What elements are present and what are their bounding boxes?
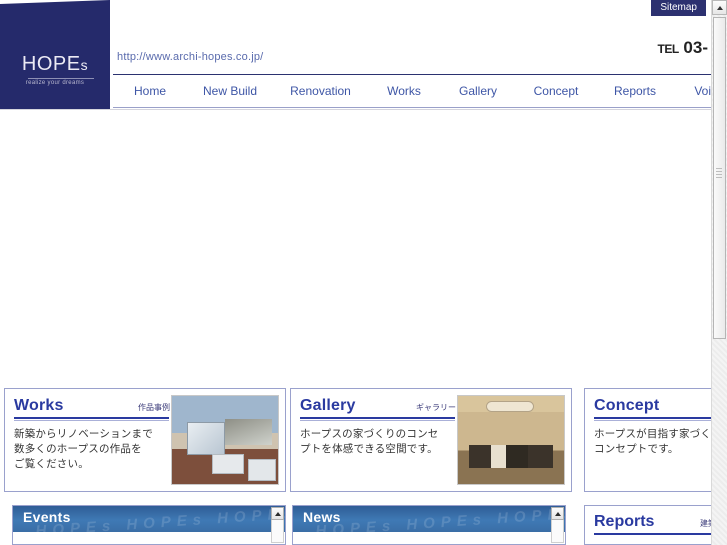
- promo-card-gallery-subtitle: ギャラリー: [416, 403, 456, 412]
- nav-item-concept[interactable]: Concept: [516, 75, 596, 108]
- promo-card-concept-title: Concept: [594, 397, 660, 414]
- bottom-panels-row: HOPEs HOPEs HOPEs HOPEs Events HOPEs HOP…: [0, 505, 712, 545]
- nav-item-gallery[interactable]: Gallery: [440, 75, 516, 108]
- logo-word-suffix: s: [80, 57, 89, 73]
- promo-card-works-text: 新築からリノベーションまで 数多くのホープスの作品を ご覧ください。: [14, 428, 153, 470]
- sitemap-button[interactable]: Sitemap: [651, 0, 706, 16]
- logo-word-main: HOPE: [21, 53, 81, 75]
- promo-card-reports-title: Reports: [594, 513, 655, 530]
- promo-card-works-thumbnail[interactable]: [171, 395, 279, 485]
- panel-news-scroll-track[interactable]: [551, 520, 564, 543]
- browser-vertical-scrollbar[interactable]: [711, 0, 727, 545]
- site-url-text: http://www.archi-hopes.co.jp/: [117, 51, 264, 63]
- site-logo[interactable]: HOPEs realize your dreams: [0, 0, 110, 110]
- gallery-interior-dining-photo: [458, 396, 564, 484]
- triangle-up-icon[interactable]: [271, 507, 284, 520]
- main-navigation: Home New Build Renovation Works Gallery …: [113, 75, 712, 108]
- panel-news-scrollbar[interactable]: [551, 507, 564, 543]
- promo-card-works[interactable]: Works 作品事例 新築からリノベーションまで 数多くのホープスの作品を ご覧…: [4, 388, 286, 492]
- promo-card-gallery-text: ホープスの家づくりのコンセ プトを体感できる空間です。: [300, 428, 439, 455]
- photo-shape-planter-b: [248, 459, 276, 481]
- promo-card-gallery-title: Gallery: [300, 397, 356, 414]
- nav-item-reports[interactable]: Reports: [596, 75, 674, 108]
- site-header: HOPEs realize your dreams Sitemap http:/…: [0, 0, 712, 110]
- hero-banner-area: [0, 110, 712, 382]
- panel-news-header: HOPEs HOPEs HOPEs HOPEs News: [293, 506, 565, 532]
- promo-card-works-underline-thin: [14, 420, 169, 421]
- promo-card-works-underline: [14, 417, 169, 419]
- nav-item-home[interactable]: Home: [113, 75, 187, 108]
- browser-page: HOPEs realize your dreams Sitemap http:/…: [0, 0, 727, 545]
- promo-card-concept-underline-thin: [594, 420, 711, 421]
- promo-card-gallery[interactable]: Gallery ギャラリー ホープスの家づくりのコンセ プトを体感できる空間です…: [290, 388, 572, 492]
- nav-item-new-build[interactable]: New Build: [187, 75, 273, 108]
- panel-news[interactable]: HOPEs HOPEs HOPEs HOPEs News: [292, 505, 566, 545]
- nav-item-renovation[interactable]: Renovation: [273, 75, 368, 108]
- triangle-up-icon[interactable]: [551, 507, 564, 520]
- promo-card-works-body: Works 作品事例 新築からリノベーションまで 数多くのホープスの作品を ご覧…: [14, 397, 170, 472]
- promo-card-concept-body: Concept ホープスが目指す家づく コンセプトです。: [594, 397, 712, 457]
- logo-tagline: realize your dreams: [25, 80, 85, 86]
- promo-card-reports[interactable]: Reports 建築: [584, 505, 712, 545]
- telephone-number: TEL 03-: [658, 38, 708, 58]
- photo-shape-planter-a: [212, 454, 244, 474]
- panel-news-title: News: [303, 509, 341, 525]
- panel-events-title: Events: [23, 509, 71, 525]
- promo-card-reports-body: Reports 建築: [594, 513, 711, 535]
- promo-card-gallery-underline: [300, 417, 455, 419]
- scrollbar-thumb-grip: [716, 168, 722, 178]
- panel-events-scrollbar[interactable]: [271, 507, 284, 543]
- nav-item-voice[interactable]: Voice: [674, 75, 712, 108]
- nav-bottom-divider: [113, 107, 712, 108]
- nav-item-works[interactable]: Works: [368, 75, 440, 108]
- scrollbar-thumb[interactable]: [713, 17, 726, 339]
- panel-events-header: HOPEs HOPEs HOPEs HOPEs Events: [13, 506, 285, 532]
- logo-divider: [28, 78, 94, 79]
- promo-cards-row: Works 作品事例 新築からリノベーションまで 数多くのホープスの作品を ご覧…: [0, 388, 712, 496]
- scroll-up-arrow-icon[interactable]: [712, 0, 727, 15]
- promo-card-concept[interactable]: Concept ホープスが目指す家づく コンセプトです。: [584, 388, 712, 492]
- cards-bottom-spacer: [0, 496, 712, 505]
- telephone-digits: 03-: [683, 38, 708, 57]
- telephone-label: TEL: [657, 42, 680, 56]
- page-viewport: HOPEs realize your dreams Sitemap http:/…: [0, 0, 712, 545]
- promo-card-gallery-body: Gallery ギャラリー ホープスの家づくりのコンセ プトを体感できる空間です…: [300, 397, 456, 457]
- promo-card-reports-underline: [594, 533, 711, 535]
- promo-card-concept-text: ホープスが目指す家づく コンセプトです。: [594, 428, 712, 455]
- logo-wordmark: HOPEs: [9, 53, 101, 76]
- works-rooftop-terrace-photo: [172, 396, 278, 484]
- promo-card-concept-underline: [594, 417, 711, 419]
- promo-card-works-title: Works: [14, 397, 64, 414]
- panel-events-scroll-track[interactable]: [271, 520, 284, 543]
- promo-card-gallery-thumbnail[interactable]: [457, 395, 565, 485]
- promo-card-works-subtitle: 作品事例: [138, 403, 170, 412]
- promo-card-gallery-underline-thin: [300, 420, 455, 421]
- panel-events[interactable]: HOPEs HOPEs HOPEs HOPEs Events: [12, 505, 286, 545]
